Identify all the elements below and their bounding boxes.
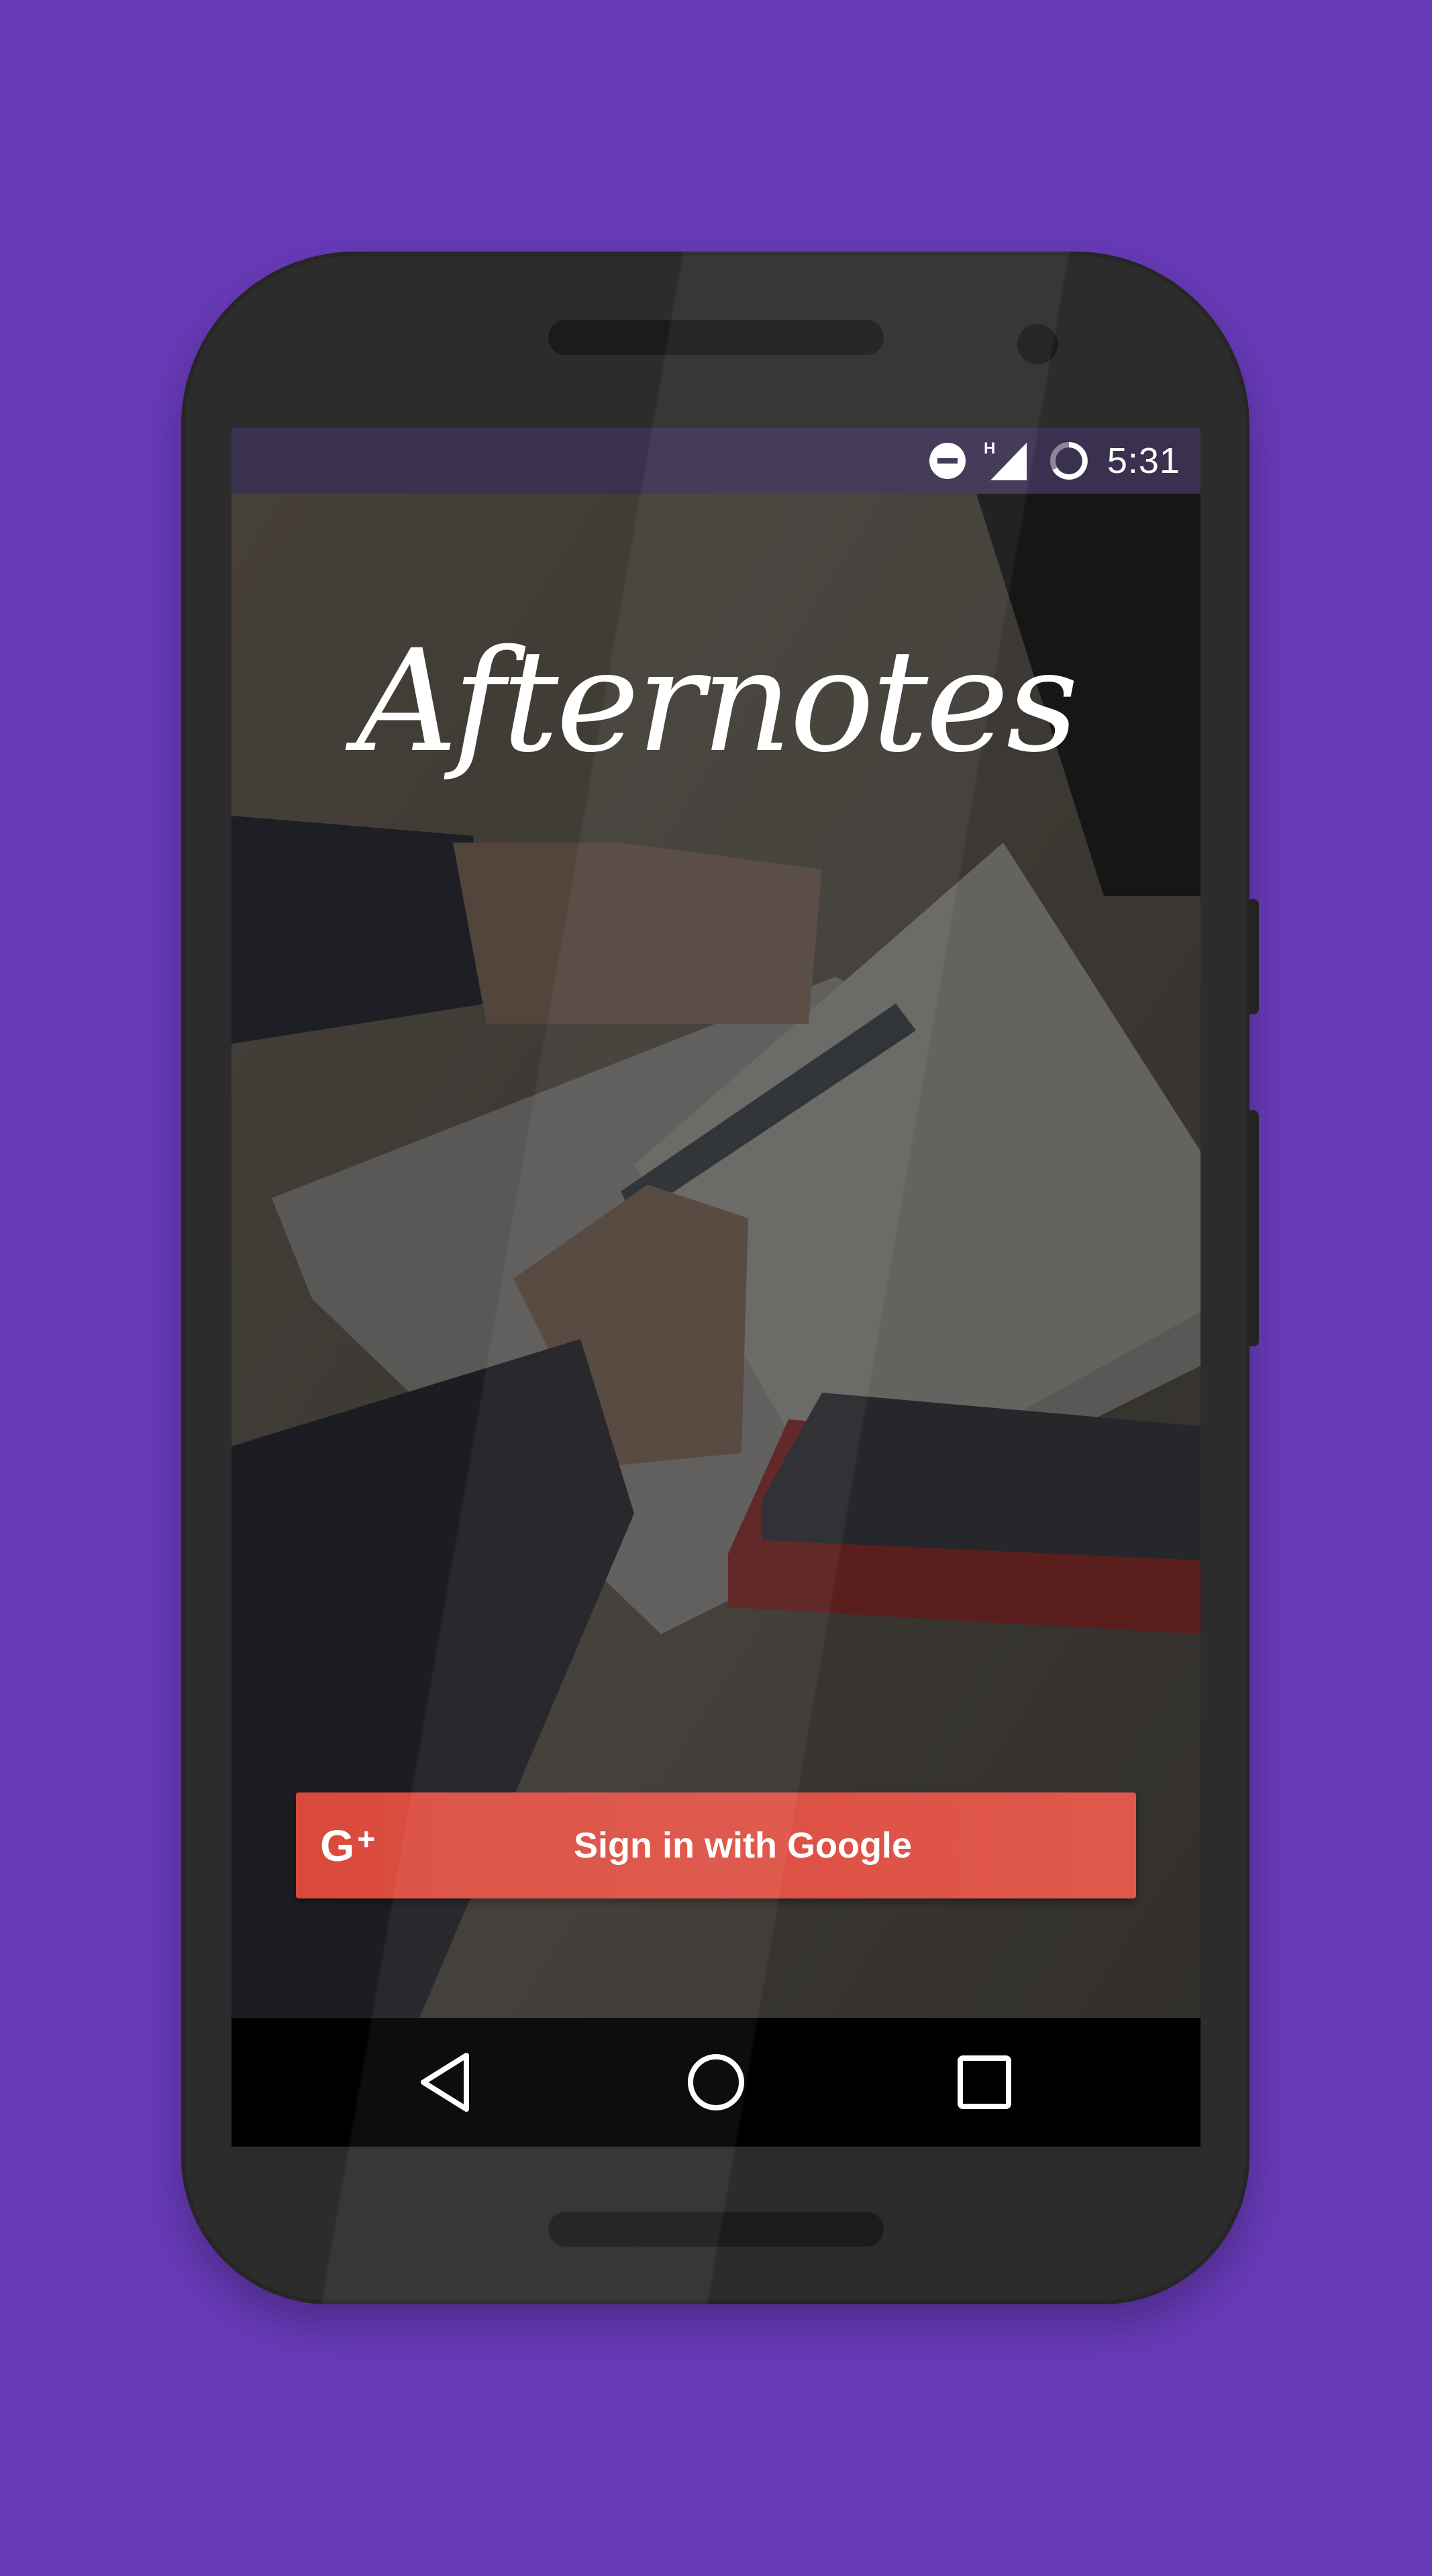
- sign-in-with-google-button[interactable]: G + Sign in with Google: [296, 1792, 1136, 1898]
- status-time: 5:31: [1107, 441, 1180, 481]
- recents-icon[interactable]: [951, 2049, 1018, 2116]
- sign-in-label: Sign in with Google: [574, 1825, 912, 1866]
- signal-icon: H: [984, 439, 1027, 480]
- page: H 5:31 Afternotes G + Sign in with Googl…: [0, 0, 1432, 2576]
- volume-button: [1249, 899, 1259, 1014]
- do-not-disturb-icon: [929, 443, 966, 479]
- navigation-bar: [232, 2018, 1200, 2147]
- back-icon[interactable]: [414, 2049, 481, 2116]
- bottom-speaker: [548, 2212, 884, 2247]
- phone-screen: H 5:31 Afternotes G + Sign in with Googl…: [232, 428, 1200, 2147]
- status-bar: H 5:31: [232, 428, 1200, 494]
- svg-text:H: H: [984, 439, 995, 458]
- home-icon[interactable]: [682, 2049, 750, 2116]
- status-icons: H 5:31: [927, 428, 1180, 494]
- app-logo: Afternotes: [356, 619, 1079, 784]
- login-content: Afternotes G + Sign in with Google: [232, 494, 1200, 2018]
- front-camera: [1017, 324, 1058, 364]
- earpiece-speaker: [548, 320, 884, 355]
- battery-charging-icon: [1050, 442, 1088, 480]
- power-button: [1249, 1110, 1259, 1346]
